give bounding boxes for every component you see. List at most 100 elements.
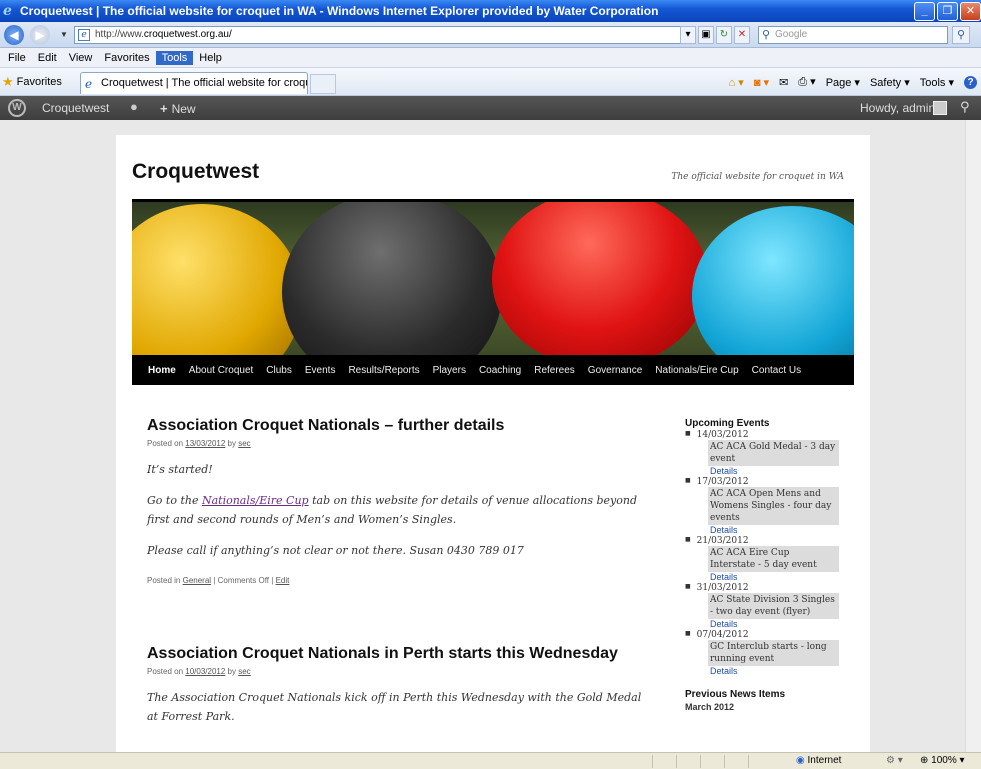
- event-details-link[interactable]: Details: [710, 666, 855, 676]
- event-date: 21/03/2012: [685, 536, 855, 546]
- nav-referees[interactable]: Referees: [534, 365, 575, 376]
- search-input[interactable]: ⚲ Google: [758, 26, 948, 44]
- red-ball-image: [492, 202, 708, 355]
- page-menu[interactable]: Page ▾: [826, 76, 860, 89]
- forward-button[interactable]: ▶: [30, 25, 50, 45]
- address-input[interactable]: e http://www.croquetwest.org.au/: [74, 26, 688, 44]
- zoom-icon: ⊕: [920, 755, 929, 766]
- stop-icon[interactable]: ✕: [734, 26, 750, 44]
- nav-players[interactable]: Players: [433, 365, 466, 376]
- nav-governance[interactable]: Governance: [588, 365, 642, 376]
- by-label: by: [227, 439, 236, 448]
- post-paragraph: It’s started!: [147, 463, 213, 476]
- post-article: Association Croquet Nationals in Perth s…: [147, 645, 647, 726]
- vertical-scrollbar[interactable]: [965, 120, 981, 752]
- nav-contact-us[interactable]: Contact Us: [752, 365, 801, 376]
- protected-mode-icon[interactable]: ⚙ ▾: [886, 755, 903, 766]
- nationals-link[interactable]: Nationals/Eire Cup: [202, 494, 309, 507]
- menu-edit[interactable]: Edit: [32, 51, 63, 65]
- menu-favorites[interactable]: Favorites: [98, 51, 155, 65]
- back-button[interactable]: ◀: [4, 25, 24, 45]
- search-provider-icon: ⚲: [762, 29, 771, 41]
- account-menu[interactable]: Howdy, admin: [860, 101, 935, 115]
- nav-home[interactable]: Home: [148, 365, 176, 376]
- help-icon[interactable]: ?: [964, 75, 977, 89]
- mail-icon[interactable]: ✉: [779, 76, 788, 89]
- zoom-level[interactable]: ⊕ 100% ▾: [920, 755, 965, 766]
- menu-help[interactable]: Help: [193, 51, 228, 65]
- avatar[interactable]: [933, 101, 947, 115]
- site-description: The official website for croquet in WA: [671, 172, 844, 182]
- nav-events[interactable]: Events: [305, 365, 336, 376]
- site-title[interactable]: Croquetwest: [132, 160, 259, 184]
- posted-in-label: Posted in: [147, 576, 181, 585]
- sidebar: Upcoming Events 14/03/2012 AC ACA Gold M…: [685, 418, 855, 712]
- admin-site-name[interactable]: Croquetwest: [42, 101, 109, 115]
- nav-results-reports[interactable]: Results/Reports: [348, 365, 419, 376]
- favorites-button[interactable]: ★ Favorites: [2, 74, 62, 90]
- post-meta: Posted on 10/03/2012 by sec: [147, 667, 647, 676]
- black-ball-image: [282, 202, 502, 355]
- category-link[interactable]: General: [183, 576, 211, 585]
- home-icon[interactable]: ⌂ ▾: [729, 76, 744, 89]
- address-dropdown-icon[interactable]: ▾: [680, 26, 696, 44]
- browser-tab[interactable]: e Croquetwest | The official website for…: [80, 72, 308, 94]
- posted-on-label: Posted on: [147, 439, 184, 448]
- zoom-value: 100%: [931, 755, 957, 766]
- by-label: by: [227, 667, 236, 676]
- compatibility-view-icon[interactable]: ▣: [698, 26, 714, 44]
- address-toolbar: ◀ ▶ ▼ e http://www.croquetwest.org.au/ ▾…: [0, 22, 981, 48]
- post-author-link[interactable]: sec: [238, 667, 250, 676]
- favorites-star-icon: ★: [2, 74, 14, 89]
- header-image[interactable]: [132, 199, 854, 355]
- post-date-link[interactable]: 10/03/2012: [185, 667, 225, 676]
- globe-icon: ◉: [796, 755, 805, 766]
- zone-label: Internet: [807, 755, 842, 766]
- comments-icon[interactable]: ●: [130, 99, 138, 114]
- post-title[interactable]: Association Croquet Nationals in Perth s…: [147, 645, 647, 663]
- post-author-link[interactable]: sec: [238, 439, 250, 448]
- menu-view[interactable]: View: [63, 51, 99, 65]
- feeds-icon[interactable]: ◙ ▾: [754, 76, 769, 89]
- status-divider: [652, 755, 653, 768]
- event-details-link[interactable]: Details: [710, 466, 855, 476]
- nav-clubs[interactable]: Clubs: [266, 365, 292, 376]
- security-zone[interactable]: ◉ Internet: [796, 755, 841, 766]
- admin-search-icon[interactable]: ⚲: [960, 99, 970, 115]
- nav-coaching[interactable]: Coaching: [479, 365, 521, 376]
- edit-link[interactable]: Edit: [276, 576, 290, 585]
- post-paragraph: Go to the Nationals/Eire Cup tab on this…: [147, 491, 647, 529]
- close-button[interactable]: ✕: [960, 2, 981, 21]
- menu-file[interactable]: File: [2, 51, 32, 65]
- event-details-link[interactable]: Details: [710, 572, 855, 582]
- refresh-icon[interactable]: ↻: [716, 26, 732, 44]
- plus-icon: +: [160, 101, 168, 116]
- post-footer: Posted in General | Comments Off | Edit: [147, 576, 647, 585]
- new-tab-button[interactable]: [310, 74, 336, 94]
- posted-on-label: Posted on: [147, 667, 184, 676]
- event-description: AC ACA Gold Medal - 3 day event: [708, 440, 839, 466]
- recent-pages-dropdown-icon[interactable]: ▼: [60, 30, 68, 39]
- print-icon[interactable]: ⎙ ▾: [798, 75, 815, 89]
- search-icon[interactable]: ⚲: [952, 26, 970, 44]
- event-details-link[interactable]: Details: [710, 619, 855, 629]
- maximize-button[interactable]: ❐: [937, 2, 958, 21]
- post-article: Association Croquet Nationals – further …: [147, 417, 647, 585]
- status-divider: [676, 755, 677, 768]
- event-details-link[interactable]: Details: [710, 525, 855, 535]
- safety-menu[interactable]: Safety ▾: [870, 76, 910, 89]
- minimize-button[interactable]: _: [914, 2, 935, 21]
- menu-tools[interactable]: Tools: [155, 50, 194, 65]
- post-date-link[interactable]: 13/03/2012: [185, 439, 225, 448]
- new-content-button[interactable]: + New: [160, 101, 196, 116]
- nav-nationals-eire-cup[interactable]: Nationals/Eire Cup: [655, 365, 738, 376]
- post-title[interactable]: Association Croquet Nationals – further …: [147, 417, 647, 435]
- wordpress-logo-icon[interactable]: W: [8, 99, 26, 117]
- blue-ball-image: [692, 206, 854, 355]
- main-navigation: Home About Croquet Clubs Events Results/…: [132, 355, 854, 385]
- tab-page-icon: e: [85, 77, 93, 91]
- tools-menu[interactable]: Tools ▾: [920, 76, 954, 89]
- nav-about-croquet[interactable]: About Croquet: [189, 365, 254, 376]
- event-description: AC ACA Open Mens and Womens Singles - fo…: [708, 487, 839, 525]
- tab-title: Croquetwest | The official website for c…: [101, 77, 307, 89]
